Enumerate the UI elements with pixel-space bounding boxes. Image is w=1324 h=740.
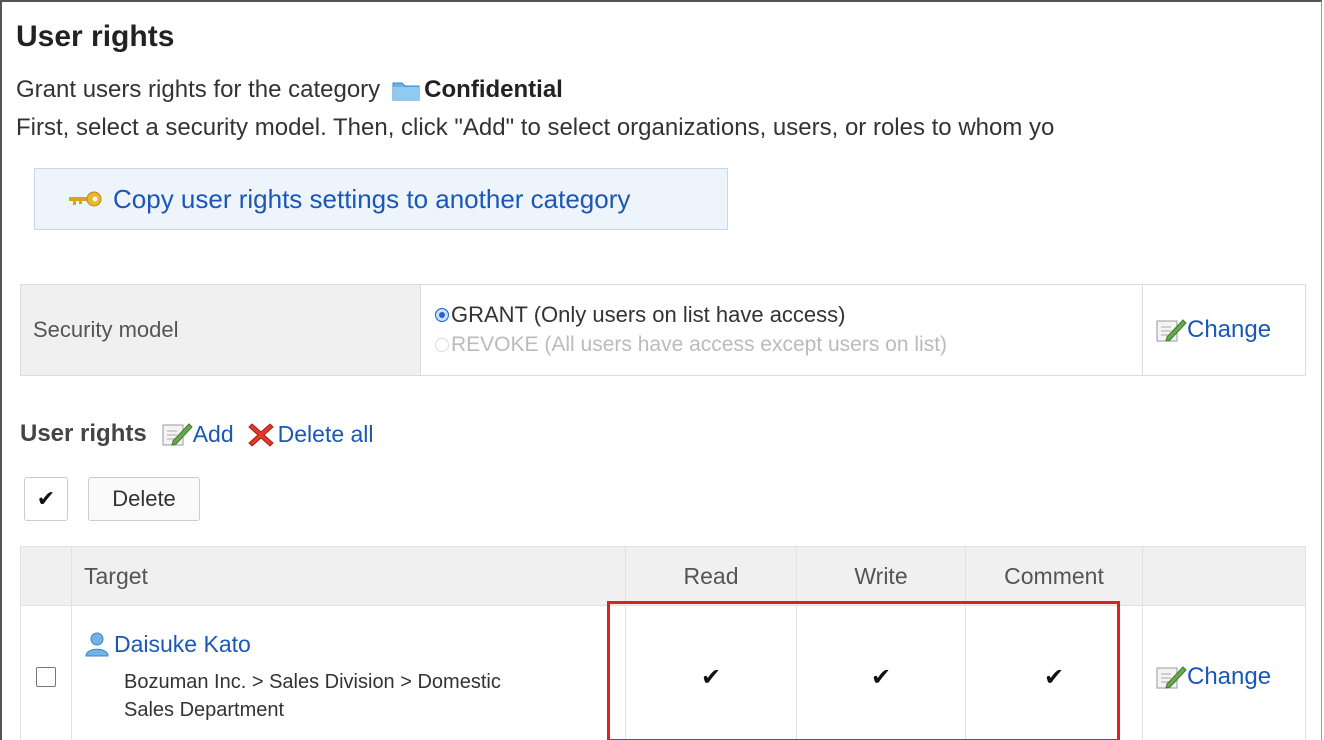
read-check: ✔ bbox=[700, 663, 722, 691]
description-text: Grant users rights for the category bbox=[16, 76, 381, 103]
instructions-text: First, select a security model. Then, cl… bbox=[16, 114, 1055, 141]
revoke-radio bbox=[435, 338, 449, 352]
col-header-select bbox=[20, 546, 72, 606]
write-check: ✔ bbox=[870, 663, 892, 691]
security-model-options: GRANT (Only users on list have access) R… bbox=[420, 284, 1143, 376]
table-header-row: Target Read Write Comment bbox=[20, 546, 1306, 606]
user-name-link[interactable]: Daisuke Kato bbox=[114, 631, 251, 658]
copy-rights-button[interactable]: Copy user rights settings to another cat… bbox=[34, 168, 728, 230]
grant-option[interactable]: GRANT (Only users on list have access) bbox=[435, 300, 1141, 330]
user-entry: Daisuke Kato bbox=[84, 631, 624, 658]
add-link[interactable]: Add bbox=[161, 421, 234, 448]
copy-rights-label: Copy user rights settings to another cat… bbox=[113, 183, 631, 214]
col-header-action bbox=[1142, 546, 1306, 606]
revoke-option: REVOKE (All users have access except use… bbox=[435, 330, 1141, 360]
security-change-label: Change bbox=[1187, 316, 1272, 343]
write-cell: ✔ bbox=[796, 605, 966, 740]
row-change-cell: Change bbox=[1142, 605, 1306, 740]
security-change-cell: Change bbox=[1142, 284, 1306, 376]
revoke-option-label: REVOKE (All users have access except use… bbox=[451, 333, 948, 356]
col-header-write: Write bbox=[796, 546, 966, 606]
security-model-table: Security model GRANT (Only users on list… bbox=[20, 284, 1306, 376]
delete-button[interactable]: Delete bbox=[88, 477, 200, 521]
folder-icon bbox=[392, 79, 420, 101]
category-name: Confidential bbox=[424, 76, 563, 103]
user-organization-line2: Sales Department bbox=[124, 698, 285, 721]
delete-x-icon bbox=[246, 420, 276, 448]
row-checkbox-cell bbox=[20, 605, 72, 740]
user-organization-line1: Bozuman Inc. > Sales Division > Domestic bbox=[124, 670, 501, 693]
security-model-label: Security model bbox=[20, 284, 421, 376]
add-label: Add bbox=[192, 420, 234, 447]
grant-radio[interactable] bbox=[435, 308, 449, 322]
grant-option-label: GRANT (Only users on list have access) bbox=[451, 302, 846, 327]
delete-all-label: Delete all bbox=[277, 420, 374, 447]
edit-icon bbox=[161, 421, 193, 447]
user-rights-panel: User rights Grant users rights for the c… bbox=[0, 0, 1322, 740]
key-icon bbox=[67, 189, 103, 209]
comment-check: ✔ bbox=[1043, 663, 1065, 691]
col-header-comment: Comment bbox=[965, 546, 1143, 606]
read-cell: ✔ bbox=[625, 605, 797, 740]
comment-cell: ✔ bbox=[965, 605, 1143, 740]
edit-icon bbox=[1155, 317, 1187, 343]
row-change-link[interactable]: Change bbox=[1155, 663, 1304, 691]
col-header-target: Target bbox=[71, 546, 626, 606]
page-title: User rights bbox=[16, 20, 175, 53]
col-header-read: Read bbox=[625, 546, 797, 606]
user-rights-heading: User rights bbox=[20, 420, 147, 447]
user-rights-header: User rights Add Delete all bbox=[20, 420, 374, 448]
delete-all-link[interactable]: Delete all bbox=[246, 420, 374, 448]
user-icon bbox=[84, 631, 110, 657]
row-change-label: Change bbox=[1187, 663, 1272, 690]
row-checkbox[interactable] bbox=[36, 667, 56, 687]
target-cell: Daisuke Kato Bozuman Inc. > Sales Divisi… bbox=[71, 605, 626, 740]
edit-icon bbox=[1155, 664, 1187, 690]
security-change-link[interactable]: Change bbox=[1155, 316, 1304, 344]
table-row: Daisuke Kato Bozuman Inc. > Sales Divisi… bbox=[20, 605, 1306, 740]
user-rights-table: Target Read Write Comment Daisuke Kato B… bbox=[20, 546, 1306, 740]
category-description: Grant users rights for the category Conf… bbox=[16, 76, 563, 104]
select-all-button[interactable]: ✔ bbox=[24, 477, 68, 521]
